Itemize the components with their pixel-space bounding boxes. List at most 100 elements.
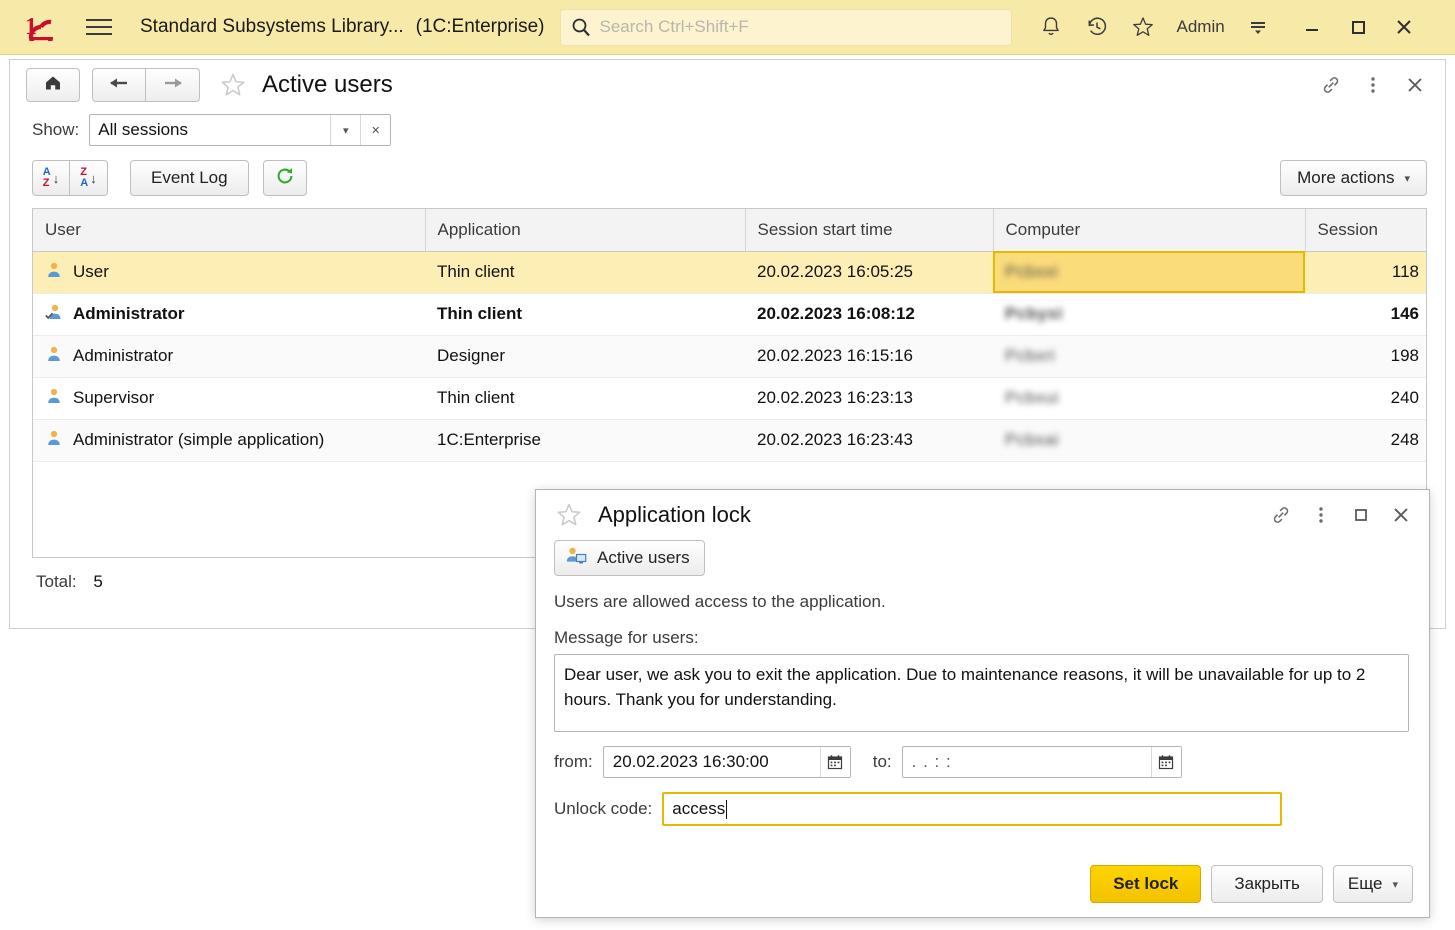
cell-application[interactable]: Thin client (425, 293, 745, 336)
table-row[interactable]: User Thin client 20.02.2023 16:05:25 Pcb… (33, 251, 1426, 294)
minimize-icon[interactable] (1289, 7, 1335, 47)
event-log-button[interactable]: Event Log (130, 160, 249, 196)
favorite-star-icon[interactable] (554, 500, 584, 530)
sort-asc-letter-bottom: Z (42, 177, 50, 189)
column-header-computer[interactable]: Computer (993, 209, 1306, 252)
cell-session[interactable]: 240 (1305, 377, 1426, 420)
refresh-button[interactable] (262, 160, 307, 196)
sessions-filter-value[interactable]: All sessions (90, 115, 330, 145)
user-computer-icon (565, 546, 587, 571)
cell-user[interactable]: User (33, 251, 425, 294)
active-users-button[interactable]: Active users (554, 540, 705, 576)
more-vertical-icon[interactable] (1303, 498, 1339, 532)
chevron-down-icon: ▾ (1404, 172, 1410, 185)
table-row[interactable]: Administrator Designer 20.02.2023 16:15:… (33, 335, 1426, 378)
chevron-down-icon[interactable]: ▾ (330, 115, 361, 145)
link-icon[interactable] (1313, 68, 1349, 102)
form-header: Active users (10, 60, 1445, 110)
cell-computer[interactable]: Pcbxxi (993, 251, 1305, 294)
cell-computer-text: Pcbxai (1005, 430, 1060, 449)
cell-application[interactable]: Designer (425, 335, 745, 378)
cell-session-start[interactable]: 20.02.2023 16:23:43 (745, 419, 993, 462)
dialog-title: Application lock (598, 502, 751, 527)
calendar-icon[interactable] (819, 747, 850, 777)
column-header-session[interactable]: Session (1305, 209, 1426, 252)
window-controls (1289, 7, 1427, 47)
hamburger-menu-icon[interactable] (86, 12, 116, 42)
table-row[interactable]: Supervisor Thin client 20.02.2023 16:23:… (33, 377, 1426, 420)
more-actions-button[interactable]: More actions ▾ (1280, 160, 1427, 196)
cell-computer[interactable]: Pcbxui (993, 377, 1305, 420)
more-actions-label: More actions (1297, 168, 1395, 187)
star-icon[interactable] (1122, 7, 1164, 47)
cell-session[interactable]: 118 (1305, 251, 1426, 294)
table-row[interactable]: Administrator Thin client 20.02.2023 16:… (33, 293, 1426, 336)
total-value: 5 (93, 572, 103, 591)
user-name[interactable]: Admin (1168, 17, 1232, 37)
calendar-icon[interactable] (1150, 747, 1181, 777)
sort-descending-icon[interactable]: Z A ↓ (70, 160, 108, 196)
back-button[interactable] (92, 68, 146, 102)
column-header-application[interactable]: Application (425, 209, 746, 252)
cell-application[interactable]: 1C:Enterprise (425, 419, 745, 462)
dialog-footer: Set lock Закрыть Еще ▾ (1090, 865, 1413, 903)
sort-desc-letter-bottom: A (80, 177, 89, 189)
cell-session-start[interactable]: 20.02.2023 16:23:13 (745, 377, 993, 420)
cell-user[interactable]: Administrator (33, 335, 425, 378)
sort-ascending-icon[interactable]: A Z ↓ (32, 160, 70, 196)
column-header-session-start-time[interactable]: Session start time (745, 209, 994, 252)
close-icon[interactable] (1383, 498, 1419, 532)
close-icon[interactable] (1397, 68, 1433, 102)
cell-computer[interactable]: Pcbyxi (993, 293, 1305, 336)
cell-user-text: Administrator (73, 304, 185, 323)
message-textarea[interactable]: Dear user, we ask you to exit the applic… (554, 654, 1409, 732)
filter-lines-icon[interactable] (1237, 7, 1279, 47)
bell-icon[interactable] (1030, 7, 1072, 47)
history-clock-icon[interactable] (1076, 7, 1118, 47)
to-date-value[interactable]: . . : : (903, 747, 1151, 777)
home-button[interactable] (26, 68, 80, 102)
cell-application[interactable]: Thin client (425, 377, 745, 420)
maximize-icon[interactable] (1343, 498, 1379, 532)
dialog-body: Active users Users are allowed access to… (536, 540, 1429, 826)
column-header-user[interactable]: User (33, 209, 426, 252)
cell-computer-text: Pcbyxi (1005, 304, 1063, 323)
cell-user[interactable]: Administrator (simple application) (33, 419, 425, 462)
dialog-more-button[interactable]: Еще ▾ (1332, 865, 1413, 903)
lock-status-text: Users are allowed access to the applicat… (554, 592, 886, 611)
cell-application[interactable]: Thin client (425, 251, 745, 294)
user-icon (45, 429, 63, 452)
cell-session-start[interactable]: 20.02.2023 16:05:25 (745, 251, 993, 294)
arrow-right-icon (161, 75, 185, 96)
more-vertical-icon[interactable] (1355, 68, 1391, 102)
search-input[interactable]: Search Ctrl+Shift+F (560, 8, 1013, 46)
cell-computer[interactable]: Pcbxai (993, 419, 1305, 462)
sessions-filter-combo[interactable]: All sessions ▾ ✕ (89, 114, 392, 146)
cell-user[interactable]: Supervisor (33, 377, 425, 420)
link-icon[interactable] (1263, 498, 1299, 532)
unlock-code-input[interactable]: access (662, 792, 1283, 826)
cell-session-start[interactable]: 20.02.2023 16:15:16 (745, 335, 993, 378)
user-icon (45, 387, 63, 410)
refresh-icon (274, 165, 296, 192)
from-date-field[interactable]: 20.02.2023 16:30:00 (602, 746, 851, 778)
to-date-field[interactable]: . . : : (901, 746, 1182, 778)
cell-session[interactable]: 146 (1305, 293, 1426, 336)
total-label: Total: (36, 572, 77, 591)
set-lock-button[interactable]: Set lock (1090, 865, 1202, 903)
cell-session[interactable]: 198 (1305, 335, 1426, 378)
favorite-star-icon[interactable] (218, 70, 248, 100)
cell-computer[interactable]: Pcbxri (993, 335, 1305, 378)
clear-x-icon[interactable]: ✕ (360, 115, 391, 145)
close-dialog-button[interactable]: Закрыть (1211, 865, 1323, 903)
cell-session[interactable]: 248 (1305, 419, 1426, 462)
page-title: Active users (262, 71, 393, 98)
forward-button[interactable] (146, 68, 200, 102)
cell-session-start[interactable]: 20.02.2023 16:08:12 (745, 293, 993, 336)
from-date-value[interactable]: 20.02.2023 16:30:00 (604, 747, 820, 777)
close-icon[interactable] (1381, 7, 1427, 47)
table-row[interactable]: Administrator (simple application) 1C:En… (33, 419, 1426, 462)
chevron-down-icon: ▾ (1392, 878, 1398, 891)
cell-user[interactable]: Administrator (33, 293, 425, 336)
maximize-icon[interactable] (1335, 7, 1381, 47)
